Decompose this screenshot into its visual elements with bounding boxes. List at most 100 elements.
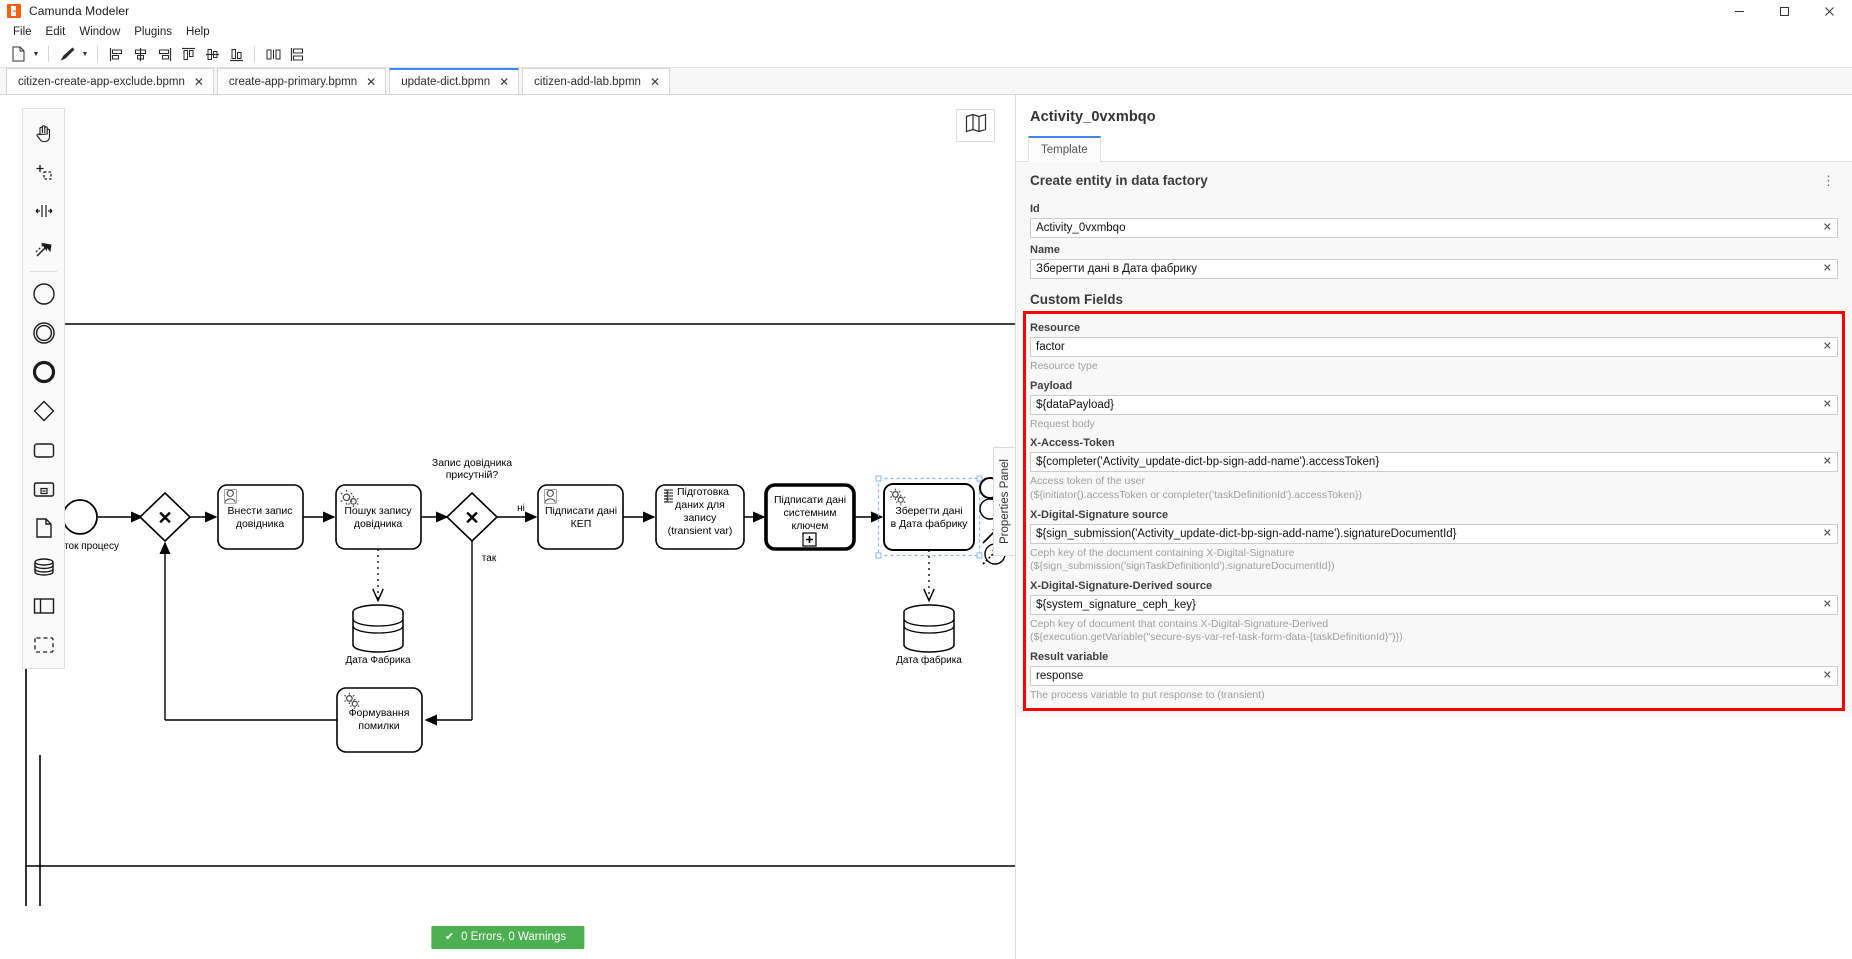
deploy-dropdown-caret-icon[interactable]: ▼: [79, 43, 91, 65]
intermediate-event-icon[interactable]: [23, 313, 64, 352]
tab-template[interactable]: Template: [1028, 136, 1101, 162]
minimize-button[interactable]: [1717, 0, 1762, 22]
tab-citizen-create-app-exclude[interactable]: citizen-create-app-exclude.bpmn ✕: [6, 68, 214, 94]
tab-citizen-add-lab[interactable]: citizen-add-lab.bpmn ✕: [522, 68, 670, 94]
align-center-horizontal-icon[interactable]: [128, 43, 152, 65]
field-resource: Resource factor ✕ Resource type: [1016, 311, 1852, 374]
minimap-icon: [965, 113, 987, 138]
tab-close-icon[interactable]: ✕: [499, 76, 509, 88]
properties-panel-toggle[interactable]: Properties Panel: [993, 447, 1015, 556]
close-button[interactable]: [1807, 0, 1852, 22]
maximize-button[interactable]: [1762, 0, 1807, 22]
space-tool-icon[interactable]: [23, 191, 64, 230]
title-bar: Camunda Modeler: [0, 0, 1852, 22]
check-icon: ✔: [445, 932, 454, 943]
task-icon[interactable]: [23, 430, 64, 469]
bpmn-canvas[interactable]: Початок процесу ✕: [0, 95, 1016, 959]
field-label: X-Digital-Signature source: [1030, 503, 1838, 524]
align-left-icon[interactable]: [104, 43, 128, 65]
x-digital-signature-source-input[interactable]: ${sign_submission('Activity_update-dict-…: [1030, 524, 1838, 544]
tab-close-icon[interactable]: ✕: [366, 76, 376, 88]
data-store-icon[interactable]: [23, 547, 64, 586]
menu-bar: File Edit Window Plugins Help: [0, 22, 1852, 41]
menu-edit[interactable]: Edit: [39, 24, 73, 40]
field-value: ${sign_submission('Activity_update-dict-…: [1031, 528, 1457, 540]
template-group-header[interactable]: Create entity in data factory ⋮: [1016, 162, 1852, 197]
tab-update-dict[interactable]: update-dict.bpmn ✕: [389, 68, 519, 94]
distribute-horizontal-icon[interactable]: [261, 43, 285, 65]
clear-icon[interactable]: ✕: [1823, 457, 1832, 468]
menu-plugins[interactable]: Plugins: [127, 24, 179, 40]
field-label: Resource: [1030, 316, 1838, 337]
tab-create-app-primary[interactable]: create-app-primary.bpmn ✕: [217, 68, 386, 94]
clear-icon[interactable]: ✕: [1823, 399, 1832, 410]
field-value: Зберегти дані в Дата фабрику: [1031, 263, 1197, 275]
status-badge[interactable]: ✔ 0 Errors, 0 Warnings: [431, 926, 584, 949]
tab-close-icon[interactable]: ✕: [650, 76, 660, 88]
tab-label: create-app-primary.bpmn: [229, 76, 357, 88]
align-bottom-icon[interactable]: [224, 43, 248, 65]
resource-input[interactable]: factor ✕: [1030, 337, 1838, 357]
toolbar-divider: [48, 46, 49, 62]
template-group-title: Create entity in data factory: [1030, 173, 1208, 188]
hand-tool-icon[interactable]: [23, 113, 64, 152]
clear-icon[interactable]: ✕: [1823, 671, 1832, 682]
align-right-icon[interactable]: [152, 43, 176, 65]
field-hint: Resource type: [1030, 357, 1838, 374]
clear-icon[interactable]: ✕: [1823, 599, 1832, 610]
svg-text:Формування: Формування: [349, 707, 410, 719]
deploy-icon[interactable]: [55, 43, 79, 65]
svg-text:✕: ✕: [157, 508, 172, 528]
tab-close-icon[interactable]: ✕: [194, 76, 204, 88]
clear-icon[interactable]: ✕: [1823, 342, 1832, 353]
result-variable-input[interactable]: response ✕: [1030, 666, 1838, 686]
participant-icon[interactable]: [23, 586, 64, 625]
svg-text:присутній?: присутній?: [446, 469, 499, 481]
svg-text:Дата Фабрика: Дата Фабрика: [345, 654, 411, 666]
bpmn-palette[interactable]: [22, 108, 65, 669]
menu-window[interactable]: Window: [72, 24, 127, 40]
group-icon[interactable]: [23, 625, 64, 664]
toolbar-divider-2: [97, 46, 98, 62]
svg-text:системним: системним: [784, 507, 837, 519]
field-x-access-token: X-Access-Token ${completer('Activity_upd…: [1016, 431, 1852, 502]
clear-icon[interactable]: ✕: [1823, 528, 1832, 539]
minimap-toggle-button[interactable]: [956, 109, 995, 142]
data-object-icon[interactable]: [23, 508, 64, 547]
lasso-tool-icon[interactable]: [23, 152, 64, 191]
start-event-icon[interactable]: [23, 274, 64, 313]
end-event-icon[interactable]: [23, 352, 64, 391]
field-name: Name Зберегти дані в Дата фабрику ✕: [1016, 238, 1852, 279]
field-value: ${dataPayload}: [1031, 399, 1114, 411]
align-middle-icon[interactable]: [200, 43, 224, 65]
id-input[interactable]: Activity_0vxmbqo ✕: [1030, 218, 1838, 238]
x-access-token-input[interactable]: ${completer('Activity_update-dict-bp-sig…: [1030, 452, 1838, 472]
menu-file[interactable]: File: [6, 24, 39, 40]
menu-help[interactable]: Help: [179, 24, 217, 40]
clear-icon[interactable]: ✕: [1823, 264, 1832, 275]
field-payload: Payload ${dataPayload} ✕ Request body: [1016, 374, 1852, 432]
field-label: Payload: [1030, 374, 1838, 395]
new-file-icon[interactable]: [6, 43, 30, 65]
clear-icon[interactable]: ✕: [1823, 223, 1832, 234]
svg-text:помилки: помилки: [358, 720, 399, 732]
toolbar-divider-3: [254, 46, 255, 62]
x-digital-signature-derived-source-input[interactable]: ${system_signature_ceph_key} ✕: [1030, 595, 1838, 615]
align-top-icon[interactable]: [176, 43, 200, 65]
distribute-vertical-icon[interactable]: [285, 43, 309, 65]
subprocess-expanded-icon[interactable]: [23, 469, 64, 508]
name-input[interactable]: Зберегти дані в Дата фабрику ✕: [1030, 259, 1838, 279]
payload-input[interactable]: ${dataPayload} ✕: [1030, 395, 1838, 415]
kebab-menu-icon[interactable]: ⋮: [1822, 174, 1838, 187]
global-connect-tool-icon[interactable]: [23, 230, 64, 269]
field-value: ${system_signature_ceph_key}: [1031, 599, 1196, 611]
new-file-dropdown-caret-icon[interactable]: ▼: [30, 43, 42, 65]
gateway-icon[interactable]: [23, 391, 64, 430]
svg-text:Підписати дані: Підписати дані: [545, 505, 617, 517]
status-text: 0 Errors, 0 Warnings: [461, 931, 566, 943]
field-hint: Ceph key of the document containing X-Di…: [1030, 544, 1838, 574]
svg-text:довідника: довідника: [354, 518, 402, 530]
field-id: Id Activity_0vxmbqo ✕: [1016, 197, 1852, 238]
properties-header: Activity_0vxmbqo: [1016, 95, 1852, 125]
tab-label: citizen-add-lab.bpmn: [534, 76, 641, 88]
